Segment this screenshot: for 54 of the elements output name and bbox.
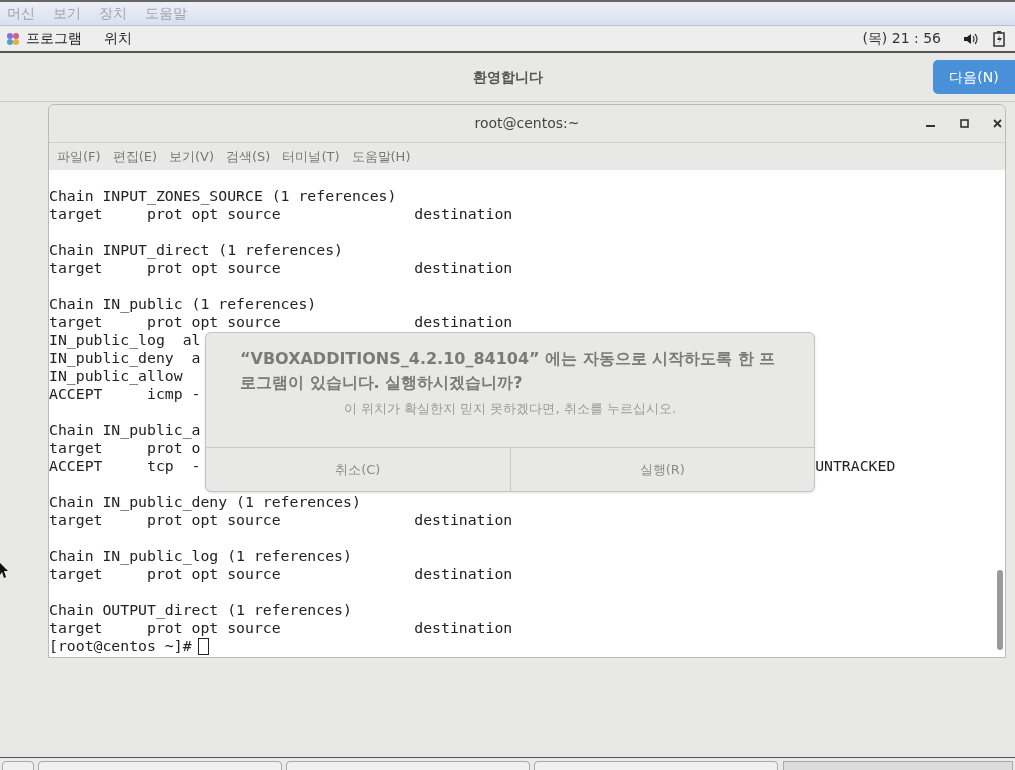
taskbar-button[interactable] xyxy=(38,761,282,770)
terminal-line: target prot opt source destination xyxy=(49,259,513,276)
terminal-line: Chain IN_public (1 references) xyxy=(49,295,317,312)
terminal-cursor xyxy=(197,637,209,655)
terminal-line: UNTRACKED xyxy=(815,457,896,475)
page-title: 환영합니다 xyxy=(472,67,543,87)
dialog-button[interactable]: 실행(R) xyxy=(509,448,814,491)
taskbar-button[interactable] xyxy=(2,761,34,770)
terminal-line: Chain IN_public_a xyxy=(49,421,201,438)
terminal-line: target prot opt source destination xyxy=(49,205,513,222)
volume-icon[interactable] xyxy=(963,31,979,46)
menu-item[interactable]: 파일(F) xyxy=(57,146,101,167)
places-menu[interactable]: 위치 xyxy=(104,28,132,49)
apps-menu-icon[interactable] xyxy=(6,31,20,46)
menu-item[interactable]: 편집(E) xyxy=(112,146,157,167)
scrollbar[interactable] xyxy=(997,570,1003,650)
menu-item[interactable]: 검색(S) xyxy=(226,146,271,167)
menu-item[interactable]: 보기(V) xyxy=(169,146,215,167)
dialog-button[interactable]: 취소(C) xyxy=(206,448,510,491)
terminal-line: IN_public_deny a xyxy=(49,349,201,366)
terminal-line: IN_public_allow xyxy=(49,367,183,384)
shell-prompt: [root@centos ~]# xyxy=(49,637,192,655)
menu-item[interactable]: 머신 xyxy=(7,3,35,24)
mouse-pointer-icon xyxy=(0,563,8,578)
terminal-line: ACCEPT icmp - xyxy=(49,385,201,402)
window-title: root@centos:~ xyxy=(474,114,580,133)
dialog-message: “VBOXADDITIONS_4.2.10_84104” 에는 자동으로 시작하도록 한 프로그램이 있습니다. 실행하시겠습니까? xyxy=(240,348,777,394)
menu-item[interactable]: 장치 xyxy=(99,3,127,24)
workspace-switcher[interactable] xyxy=(783,761,1013,770)
terminal-line: target prot opt source destination xyxy=(49,565,513,582)
terminal-line: Chain IN_public_log (1 references) xyxy=(49,547,352,564)
menu-item[interactable]: 보기 xyxy=(53,3,81,24)
terminal-line: target prot opt source destination xyxy=(49,511,513,528)
menu-item[interactable]: 도움말 xyxy=(145,3,187,24)
battery-icon[interactable] xyxy=(993,30,1005,47)
dialog-hint: 이 위치가 확실한지 믿지 못하겠다면, 취소를 누르십시오. xyxy=(342,400,678,418)
maximize-icon[interactable] xyxy=(960,119,969,128)
clock[interactable]: (목) 21 : 56 xyxy=(862,28,941,49)
terminal-line: ACCEPT tcp - xyxy=(49,457,201,474)
terminal-line: Chain INPUT_direct (1 references) xyxy=(49,241,343,258)
close-icon[interactable] xyxy=(993,119,1002,128)
terminal-line: Chain IN_public_deny (1 references) xyxy=(49,493,361,510)
terminal-line: target prot o xyxy=(49,439,201,456)
terminal-line: target prot opt source destination xyxy=(49,619,513,636)
menu-item[interactable]: 도움말(H) xyxy=(351,146,411,167)
menu-item[interactable]: 터미널(T) xyxy=(282,146,340,167)
terminal-line: Chain INPUT_ZONES_SOURCE (1 references) xyxy=(49,187,397,204)
next-button[interactable]: 다음(N) xyxy=(933,60,1015,94)
terminal-line: target prot opt source destination xyxy=(49,313,513,330)
terminal-line: Chain OUTPUT_direct (1 references) xyxy=(49,601,352,618)
taskbar-button[interactable] xyxy=(286,761,530,770)
taskbar-button[interactable] xyxy=(534,761,778,770)
terminal-line: IN_public_log al xyxy=(49,331,201,348)
apps-menu[interactable]: 프로그램 xyxy=(26,28,82,49)
